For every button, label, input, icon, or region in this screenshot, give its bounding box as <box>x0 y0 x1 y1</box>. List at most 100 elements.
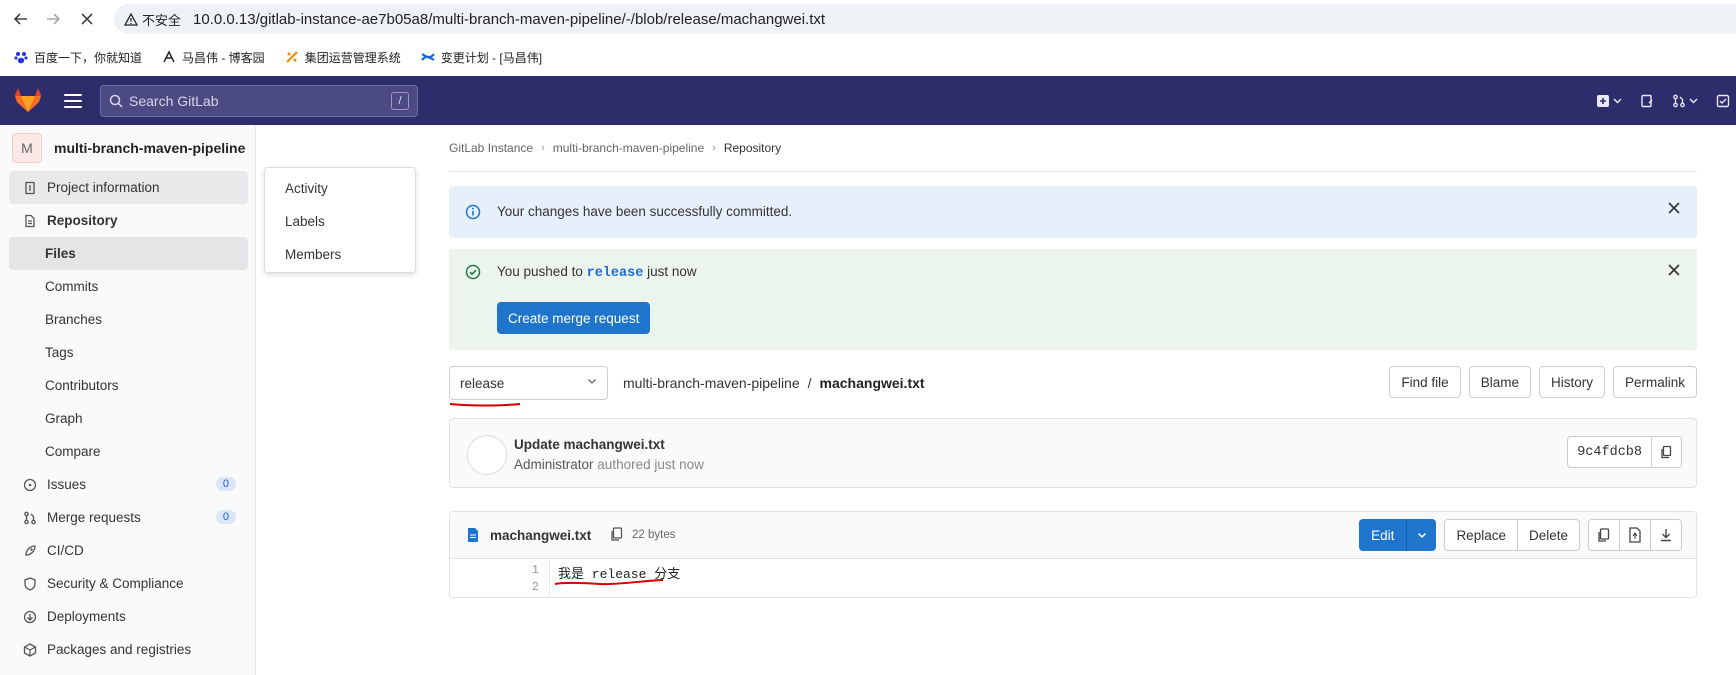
forward-button[interactable] <box>38 4 68 34</box>
sidebar-item-branches[interactable]: Branches <box>9 303 248 336</box>
sidebar-item-commits[interactable]: Commits <box>9 270 248 303</box>
create-new-button[interactable] <box>1596 94 1622 108</box>
sidebar-item-files[interactable]: Files <box>9 237 248 270</box>
file-header-actions: Edit Replace Delete <box>1359 519 1682 551</box>
address-bar[interactable]: 不安全 10.0.0.13/gitlab-instance-ae7b05a8/m… <box>114 4 1736 34</box>
sidebar-item-merge-requests[interactable]: Merge requests 0 <box>9 501 248 534</box>
info-alert-text: Your changes have been successfully comm… <box>497 204 793 219</box>
pushed-branch-name[interactable]: release <box>587 266 644 281</box>
success-alert: You pushed to release just now Create me… <box>449 249 1697 350</box>
sidebar-item-deployments[interactable]: Deployments <box>9 600 248 633</box>
dismiss-info-button[interactable] <box>1667 200 1681 220</box>
find-file-button[interactable]: Find file <box>1389 366 1461 398</box>
replace-button[interactable]: Replace <box>1444 519 1518 551</box>
sidebar-item-label: Tags <box>45 345 74 360</box>
edit-button[interactable]: Edit <box>1359 519 1407 551</box>
author-avatar[interactable] <box>467 435 507 475</box>
sidebar-item-label: Security & Compliance <box>47 576 184 591</box>
flyout-item-members[interactable]: Members <box>265 238 415 271</box>
sidebar-item-project-information[interactable]: Project information <box>9 171 248 204</box>
issues-button[interactable] <box>1640 94 1654 108</box>
delete-button[interactable]: Delete <box>1517 519 1580 551</box>
sidebar-item-compare[interactable]: Compare <box>9 435 248 468</box>
close-icon <box>81 13 93 25</box>
copy-contents-button[interactable] <box>1588 519 1620 551</box>
insecure-label: 不安全 <box>142 12 182 28</box>
breadcrumb-item[interactable]: multi-branch-maven-pipeline <box>553 141 704 155</box>
file-path: multi-branch-maven-pipeline / machangwei… <box>623 375 925 391</box>
open-raw-button[interactable] <box>1620 519 1651 551</box>
sidebar-item-security[interactable]: Security & Compliance <box>9 567 248 600</box>
deployments-icon <box>21 610 39 624</box>
project-information-flyout: Activity Labels Members <box>264 167 416 273</box>
sidebar-item-label: Branches <box>45 312 103 327</box>
sidebar-item-packages[interactable]: Packages and registries <box>9 633 248 666</box>
bookmark-ops[interactable]: 集团运营管理系统 <box>285 49 401 66</box>
path-file-name: machangwei.txt <box>819 375 925 391</box>
commit-author[interactable]: Administrator <box>514 457 594 472</box>
download-button[interactable] <box>1651 519 1682 551</box>
breadcrumb-item[interactable]: GitLab Instance <box>449 141 533 155</box>
bookmark-baidu[interactable]: 百度一下，你就知道 <box>14 49 142 66</box>
search-input[interactable]: Search GitLab / <box>100 85 418 117</box>
merge-requests-count-badge: 0 <box>215 510 236 524</box>
sidebar-item-repository[interactable]: Repository <box>9 204 248 237</box>
sidebar-nav: Project information Repository Files Com… <box>9 171 248 666</box>
breadcrumb-item[interactable]: Repository <box>724 141 781 155</box>
issues-icon <box>21 478 39 492</box>
bookmark-label: 马昌伟 - 博客园 <box>182 50 265 65</box>
flyout-item-activity[interactable]: Activity <box>265 172 415 205</box>
bookmark-label: 变更计划 - [马昌伟] <box>440 50 543 65</box>
stop-button[interactable] <box>72 4 102 34</box>
cnblogs-icon <box>162 50 176 64</box>
check-circle-icon <box>465 264 481 280</box>
path-separator: / <box>807 375 812 391</box>
chevron-down-icon <box>1417 532 1426 539</box>
menu-icon[interactable] <box>62 90 84 110</box>
breadcrumb: GitLab Instance › multi-branch-maven-pip… <box>449 141 781 155</box>
history-button[interactable]: History <box>1538 366 1605 398</box>
back-button[interactable] <box>6 4 36 34</box>
todos-button[interactable] <box>1716 94 1730 108</box>
copy-sha-button[interactable] <box>1652 436 1682 468</box>
commit-title[interactable]: Update machangwei.txt <box>514 437 665 452</box>
sidebar-item-graph[interactable]: Graph <box>9 402 248 435</box>
sidebar-item-label: Deployments <box>47 609 126 624</box>
success-suffix: just now <box>647 264 697 279</box>
copy-file-path-button[interactable] <box>610 526 624 545</box>
merge-requests-button[interactable] <box>1672 94 1698 108</box>
branch-dropdown[interactable]: release <box>449 366 608 400</box>
sidebar-item-label: CI/CD <box>47 543 84 558</box>
chevron-down-icon <box>588 379 596 384</box>
todo-icon <box>1716 94 1730 107</box>
line-number[interactable]: 1 <box>532 563 539 577</box>
raw-file-icon <box>1629 527 1641 543</box>
sidebar-item-contributors[interactable]: Contributors <box>9 369 248 402</box>
create-merge-request-button[interactable]: Create merge request <box>497 302 651 334</box>
project-header[interactable]: M multi-branch-maven-pipeline <box>12 133 245 163</box>
rocket-icon <box>21 544 39 558</box>
sidebar-item-tags[interactable]: Tags <box>9 336 248 369</box>
gitlab-logo-icon[interactable] <box>14 87 42 113</box>
path-repo-link[interactable]: multi-branch-maven-pipeline <box>623 375 800 391</box>
permalink-button[interactable]: Permalink <box>1612 366 1697 398</box>
project-avatar: M <box>12 133 42 163</box>
commit-sha[interactable]: 9c4fdcb8 <box>1567 436 1652 468</box>
dismiss-success-button[interactable] <box>1667 262 1681 282</box>
file-icon <box>468 528 478 542</box>
red-underline-annotation <box>449 403 521 407</box>
security-indicator[interactable]: 不安全 <box>124 10 193 29</box>
commit-author-line: Administrator authored just now <box>514 457 704 472</box>
blame-button[interactable]: Blame <box>1468 366 1531 398</box>
flyout-item-labels[interactable]: Labels <box>265 205 415 238</box>
sidebar-item-issues[interactable]: Issues 0 <box>9 468 248 501</box>
close-icon <box>1668 264 1680 276</box>
copy-icon <box>611 527 623 541</box>
bookmark-cnblogs[interactable]: 马昌伟 - 博客园 <box>162 49 265 66</box>
shield-icon <box>21 576 39 591</box>
sidebar-item-ci-cd[interactable]: CI/CD <box>9 534 248 567</box>
commit-authored-time: authored just now <box>597 457 704 472</box>
line-number[interactable]: 2 <box>532 580 539 594</box>
edit-dropdown-button[interactable] <box>1406 519 1437 551</box>
bookmark-confluence[interactable]: 变更计划 - [马昌伟] <box>420 49 543 66</box>
